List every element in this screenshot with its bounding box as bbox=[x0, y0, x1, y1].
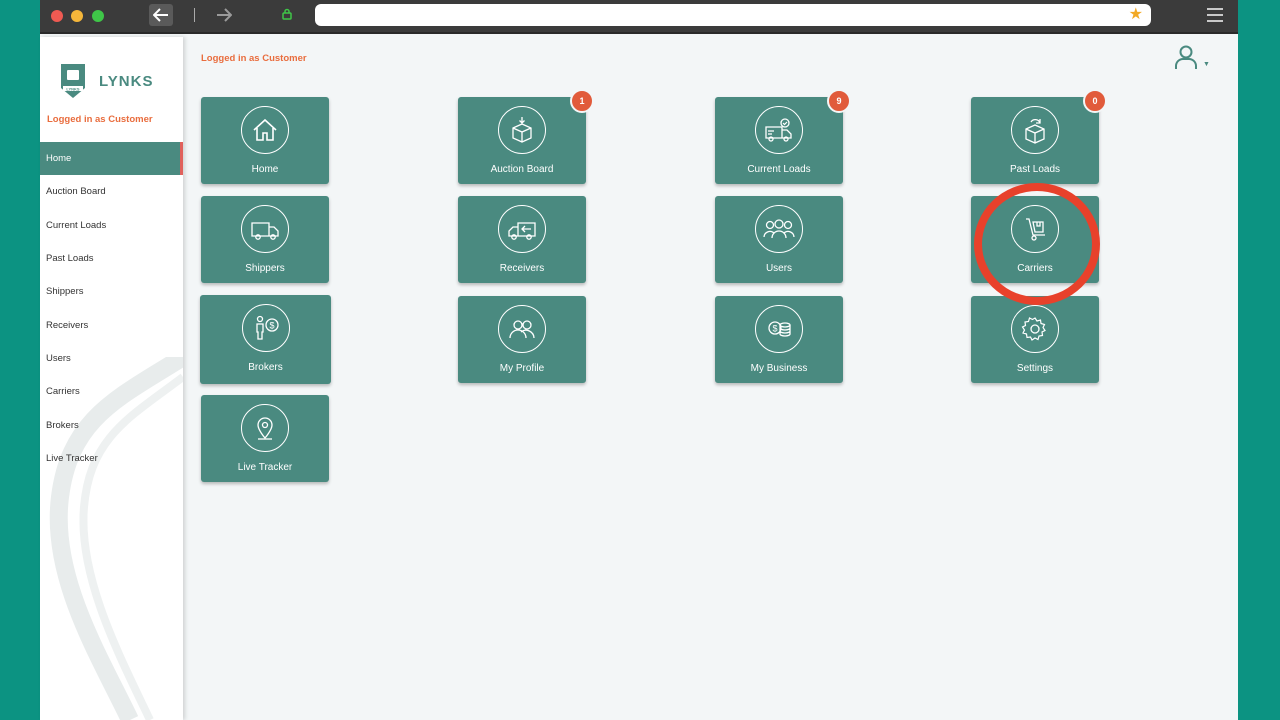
back-button[interactable] bbox=[149, 4, 173, 26]
tile-label: Live Tracker bbox=[237, 462, 293, 473]
tile-icon-ring bbox=[241, 404, 289, 452]
arrow-left-icon bbox=[153, 8, 168, 22]
notification-badge: 9 bbox=[827, 89, 851, 113]
sidebar-item-users[interactable]: Users bbox=[40, 342, 183, 375]
tile-users[interactable]: Users bbox=[715, 196, 843, 283]
sidebar-login-status: Logged in as Customer bbox=[47, 114, 153, 125]
notification-badge: 0 bbox=[1083, 89, 1107, 113]
tile-shippers[interactable]: Shippers bbox=[201, 196, 329, 283]
tile-icon-ring bbox=[755, 205, 803, 253]
sidebar-item-receivers[interactable]: Receivers bbox=[40, 308, 183, 341]
user-avatar-icon bbox=[1175, 45, 1197, 69]
tile-live-tracker[interactable]: Live Tracker bbox=[201, 395, 329, 482]
sidebar-item-brokers[interactable]: Brokers bbox=[40, 408, 183, 441]
tile-icon-ring bbox=[1011, 205, 1059, 253]
bookmark-star-icon[interactable]: ★ bbox=[1129, 6, 1143, 24]
tile-icon-ring bbox=[498, 205, 546, 253]
tile-label: Auction Board bbox=[490, 164, 554, 175]
tile-icon-ring bbox=[1011, 305, 1059, 353]
tile-label: Shippers bbox=[245, 263, 285, 274]
truck-icon bbox=[251, 222, 279, 240]
sidebar-item-auction-board[interactable]: Auction Board bbox=[40, 175, 183, 208]
sidebar-nav: Home Auction Board Current Loads Past Lo… bbox=[40, 142, 183, 475]
tile-receivers[interactable]: Receivers bbox=[458, 196, 586, 283]
box-download-icon bbox=[512, 117, 532, 143]
two-people-icon bbox=[509, 320, 535, 339]
broker-dollar-icon: $ bbox=[255, 315, 279, 340]
minimize-window-button[interactable] bbox=[71, 10, 83, 22]
nav-separator bbox=[194, 8, 195, 22]
tile-icon-ring: $ bbox=[241, 304, 290, 352]
svg-text:$: $ bbox=[772, 324, 777, 334]
close-window-button[interactable] bbox=[51, 10, 63, 22]
tile-icon-ring bbox=[1011, 106, 1059, 154]
tile-label: Current Loads bbox=[747, 164, 811, 175]
lock-icon bbox=[282, 8, 292, 20]
tile-past-loads[interactable]: Past Loads 0 bbox=[971, 89, 1107, 184]
sidebar: LYNKS LYNKS Logged in as Customer Home A… bbox=[40, 37, 183, 720]
brand-name: LYNKS bbox=[99, 72, 154, 90]
forward-button[interactable] bbox=[212, 4, 236, 26]
notification-badge: 1 bbox=[570, 89, 594, 113]
sidebar-item-past-loads[interactable]: Past Loads bbox=[40, 242, 183, 275]
tile-label: Brokers bbox=[248, 362, 283, 373]
hand-truck-icon bbox=[1026, 218, 1045, 241]
tile-label: Carriers bbox=[1017, 263, 1053, 274]
tile-label: My Profile bbox=[499, 363, 545, 374]
arrow-right-icon bbox=[217, 8, 232, 22]
sidebar-item-current-loads[interactable]: Current Loads bbox=[40, 209, 183, 242]
tile-settings[interactable]: Settings bbox=[971, 296, 1099, 383]
truck-check-icon bbox=[765, 118, 792, 142]
users-group-icon bbox=[763, 219, 795, 239]
tile-label: Users bbox=[765, 263, 793, 274]
tile-brokers[interactable]: $ Brokers bbox=[200, 295, 331, 384]
tile-auction-board[interactable]: Auction Board 1 bbox=[458, 89, 594, 184]
tile-label: Home bbox=[251, 164, 279, 175]
sidebar-item-carriers[interactable]: Carriers bbox=[40, 375, 183, 408]
brand-logo[interactable]: LYNKS LYNKS bbox=[59, 62, 153, 100]
header-login-status: Logged in as Customer bbox=[201, 53, 307, 64]
tile-current-loads[interactable]: Current Loads 9 bbox=[715, 89, 851, 184]
address-bar[interactable]: ★ bbox=[315, 4, 1151, 26]
svg-text:$: $ bbox=[269, 321, 274, 331]
browser-window: ★ LYNKS LYNKS Logged in as Customer Home… bbox=[40, 0, 1238, 720]
tile-my-business[interactable]: $ My Business bbox=[715, 296, 843, 383]
tile-icon-ring bbox=[498, 305, 546, 353]
browser-toolbar: ★ bbox=[40, 0, 1238, 34]
tile-home[interactable]: Home bbox=[201, 97, 329, 184]
tile-label: My Business bbox=[750, 363, 808, 374]
sidebar-item-live-tracker[interactable]: Live Tracker bbox=[40, 442, 183, 475]
tile-my-profile[interactable]: My Profile bbox=[458, 296, 586, 383]
box-return-icon bbox=[1025, 118, 1045, 144]
truck-arrow-icon bbox=[508, 222, 536, 240]
tile-label: Receivers bbox=[499, 263, 545, 274]
sidebar-item-shippers[interactable]: Shippers bbox=[40, 275, 183, 308]
shield-truck-logo-icon: LYNKS bbox=[61, 64, 85, 98]
user-menu[interactable]: ▼ bbox=[1173, 44, 1210, 70]
tile-label: Settings bbox=[1016, 363, 1054, 374]
svg-text:LYNKS: LYNKS bbox=[66, 86, 80, 91]
tile-icon-ring: $ bbox=[755, 305, 803, 353]
tile-icon-ring bbox=[498, 106, 546, 154]
maximize-window-button[interactable] bbox=[92, 10, 104, 22]
chevron-down-icon: ▼ bbox=[1203, 61, 1210, 68]
sidebar-item-home[interactable]: Home bbox=[40, 142, 183, 176]
tile-icon-ring bbox=[241, 205, 289, 253]
home-icon bbox=[253, 118, 277, 141]
tile-carriers[interactable]: Carriers bbox=[971, 196, 1099, 283]
gear-icon bbox=[1021, 317, 1046, 341]
browser-menu-icon[interactable] bbox=[1207, 8, 1223, 22]
tile-label: Past Loads bbox=[1009, 164, 1061, 175]
coins-icon: $ bbox=[768, 321, 791, 337]
tile-icon-ring bbox=[241, 106, 289, 154]
tile-icon-ring bbox=[755, 106, 803, 154]
map-pin-icon bbox=[257, 417, 273, 440]
